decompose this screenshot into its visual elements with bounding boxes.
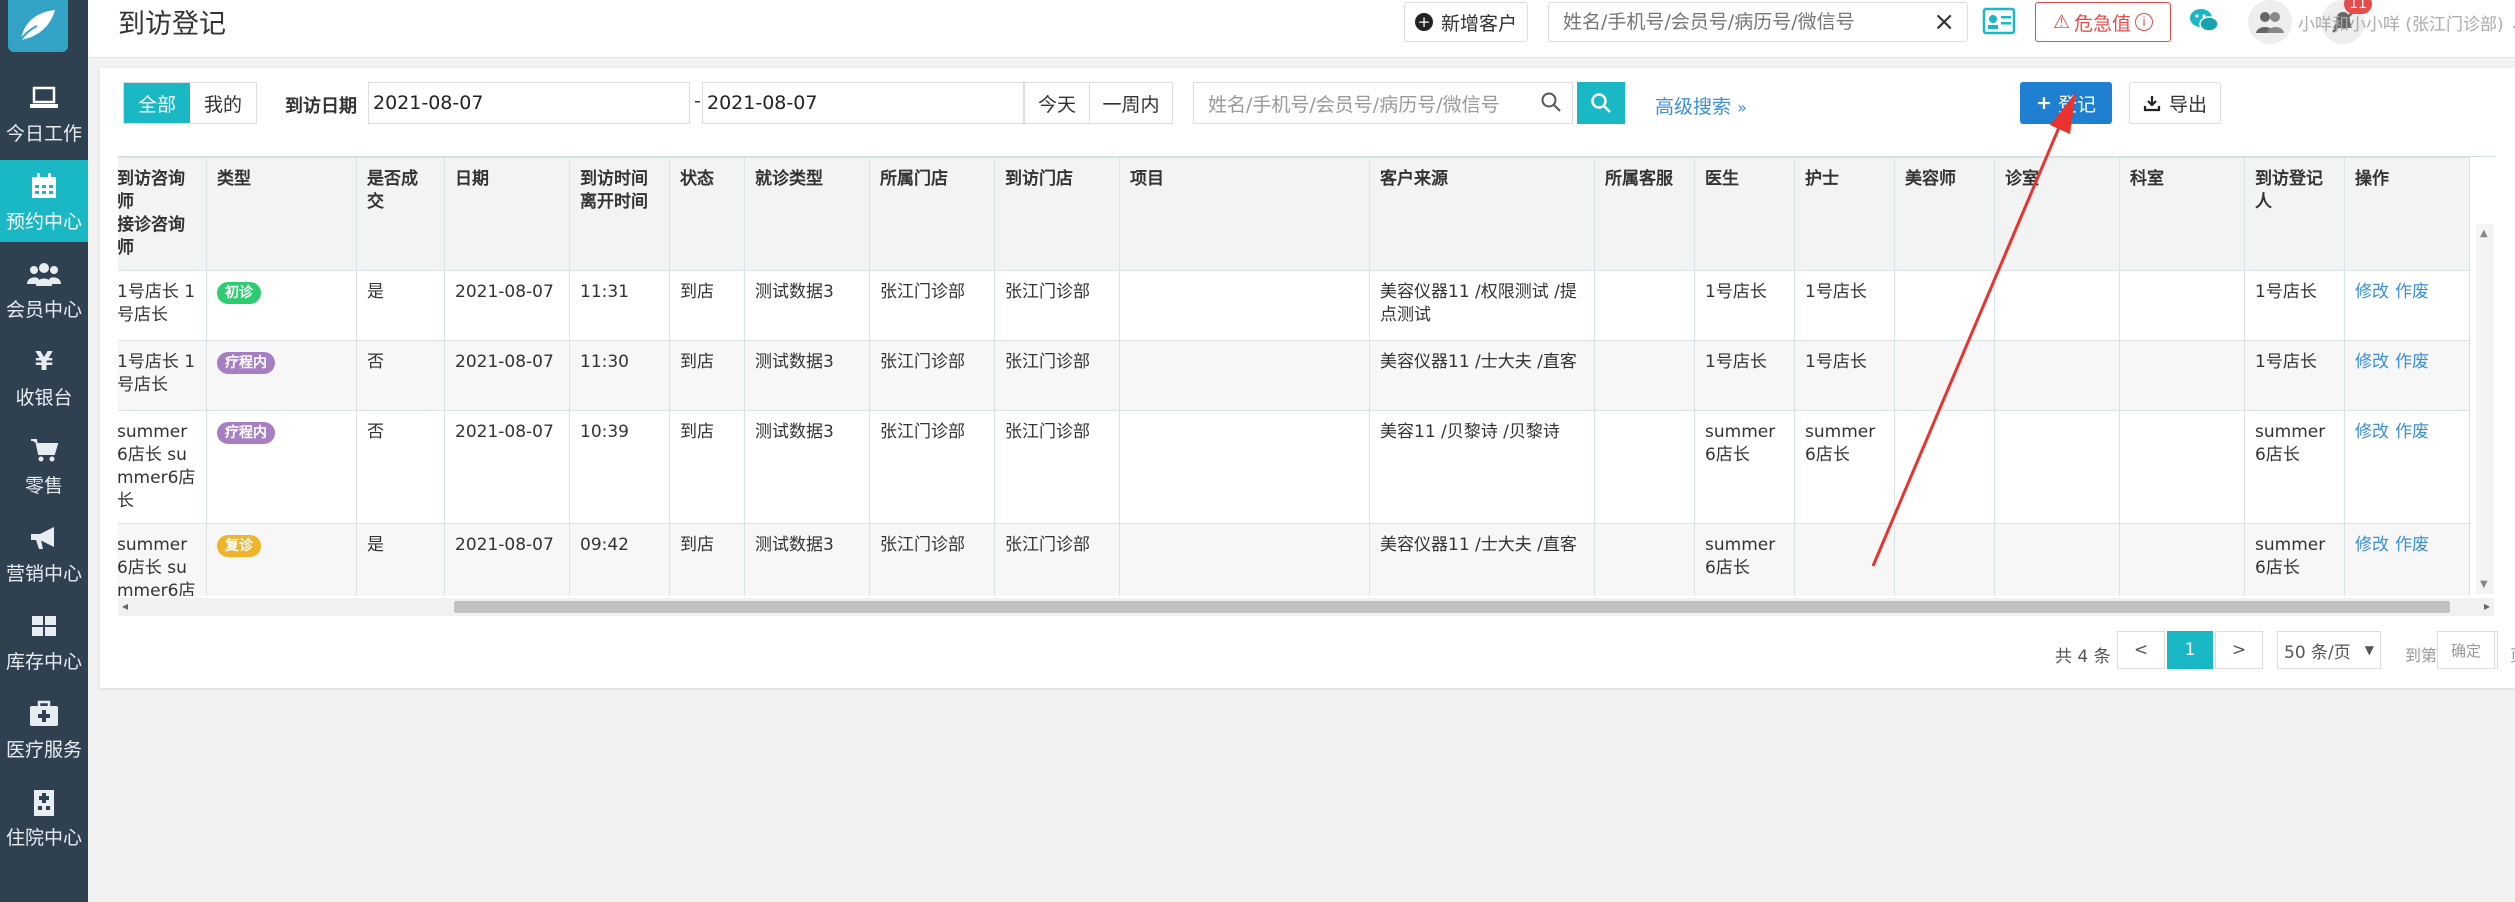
- annotation-arrow: [1871, 92, 2076, 567]
